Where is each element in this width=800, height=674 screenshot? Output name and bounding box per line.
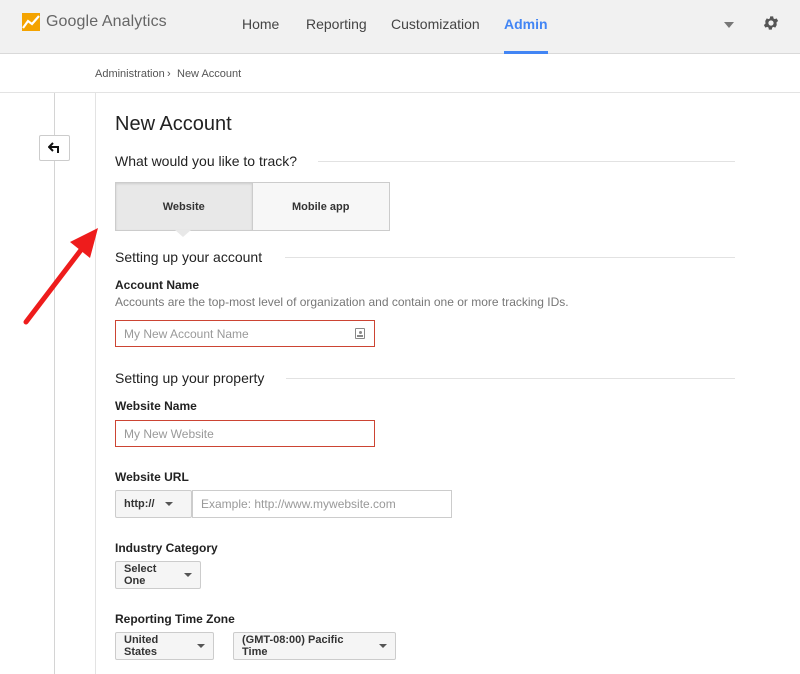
account-heading-rule [285, 257, 735, 258]
back-button[interactable] [39, 135, 70, 161]
page-title: New Account [115, 113, 232, 135]
website-name-label: Website Name [115, 399, 197, 413]
chevron-down-icon [379, 644, 387, 648]
chevron-down-icon [197, 644, 205, 648]
track-heading: What would you like to track? [115, 153, 298, 169]
protocol-dropdown[interactable]: http:// [115, 490, 192, 518]
time-zone-dropdown[interactable]: (GMT-08:00) Pacific Time [233, 632, 396, 660]
website-url-input[interactable] [192, 490, 452, 518]
chevron-down-icon [184, 573, 192, 577]
track-type-toggle: Website Mobile app [115, 182, 390, 231]
industry-category-dropdown[interactable]: Select One [115, 561, 201, 589]
breadcrumb-administration[interactable]: Administration [95, 68, 165, 80]
app-name: Google Analytics [46, 13, 167, 30]
breadcrumb-separator: › [167, 68, 171, 80]
back-arrow-icon [47, 142, 59, 153]
breadcrumb-new-account: New Account [177, 68, 242, 80]
app-logo[interactable]: Google Analytics [22, 13, 167, 31]
account-name-label: Account Name [115, 278, 200, 292]
property-heading-rule [286, 378, 735, 379]
chevron-down-icon [164, 502, 173, 506]
breadcrumb: Administration › New Account [0, 55, 800, 93]
annotation-arrow-icon [23, 228, 98, 325]
nav-admin[interactable]: Admin [504, 0, 548, 54]
track-heading-rule [318, 161, 735, 162]
nav-reporting[interactable]: Reporting [306, 0, 367, 54]
nav-home[interactable]: Home [242, 0, 279, 54]
time-zone-selected: (GMT-08:00) Pacific Time [242, 634, 344, 658]
industry-category-label: Industry Category [115, 541, 218, 555]
website-url-label: Website URL [115, 470, 189, 484]
time-zone-label: Reporting Time Zone [115, 612, 235, 626]
analytics-logo-icon [22, 13, 40, 31]
time-zone-country-dropdown[interactable]: United States [115, 632, 214, 660]
top-bar: Google Analytics Home Reporting Customiz… [0, 0, 800, 54]
selected-option-pointer [175, 230, 191, 237]
account-name-help: Accounts are the top-most level of organ… [115, 295, 569, 309]
left-rail-line [54, 93, 55, 674]
website-name-input[interactable] [115, 420, 375, 447]
gear-icon[interactable] [762, 14, 780, 32]
nav-customization[interactable]: Customization [391, 0, 480, 54]
property-section-heading: Setting up your property [115, 370, 265, 386]
track-option-mobile-app[interactable]: Mobile app [253, 183, 390, 230]
chevron-down-icon[interactable] [723, 21, 735, 29]
track-option-website[interactable]: Website [116, 183, 253, 230]
time-zone-country-selected: United States [124, 634, 159, 658]
account-section-heading: Setting up your account [115, 249, 263, 265]
content-divider [95, 93, 96, 674]
contact-card-icon [355, 328, 365, 339]
account-name-input[interactable] [115, 320, 375, 347]
industry-selected: Select One [124, 563, 157, 587]
protocol-selected: http:// [124, 498, 155, 510]
